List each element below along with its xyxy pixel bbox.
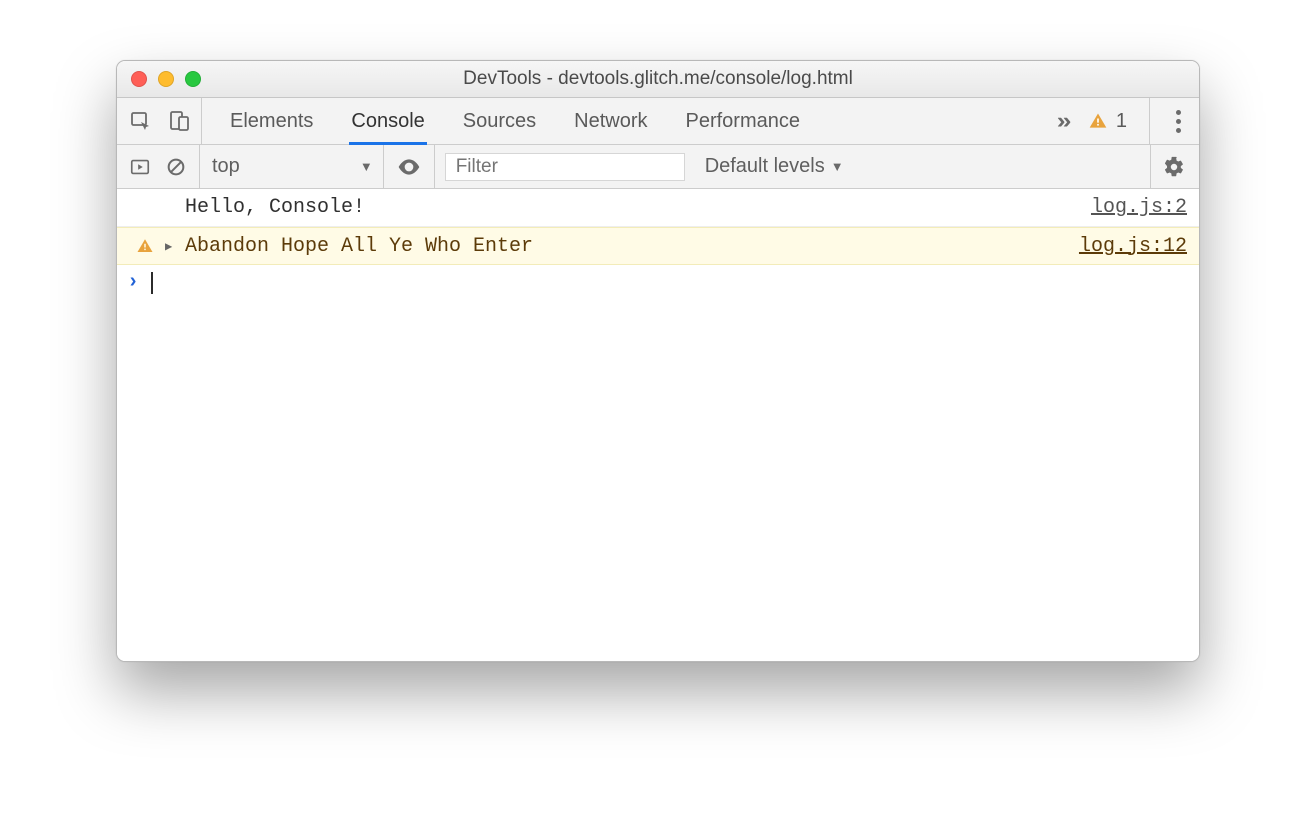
context-label: top bbox=[212, 155, 240, 178]
tab-sources[interactable]: Sources bbox=[463, 98, 536, 144]
devtools-tabbar: Elements Console Sources Network Perform… bbox=[117, 98, 1199, 145]
console-warning-row: ▶ Abandon Hope All Ye Who Enter log.js:1… bbox=[117, 227, 1199, 265]
tab-console[interactable]: Console bbox=[351, 98, 424, 144]
warning-icon bbox=[1088, 111, 1108, 131]
message-source-link[interactable]: log.js:12 bbox=[1079, 235, 1187, 258]
warning-icon bbox=[136, 237, 154, 255]
window-title: DevTools - devtools.glitch.me/console/lo… bbox=[117, 68, 1199, 90]
clear-console-icon[interactable] bbox=[165, 156, 187, 178]
devtools-menu-icon[interactable] bbox=[1172, 110, 1185, 133]
tab-label: Network bbox=[574, 110, 647, 133]
divider bbox=[1149, 98, 1150, 144]
tabbar-left-tools bbox=[117, 98, 202, 144]
console-message-text: Abandon Hope All Ye Who Enter bbox=[185, 235, 1069, 258]
toolbar-left-segment bbox=[117, 145, 200, 188]
chevron-down-icon: ▼ bbox=[360, 159, 373, 174]
row-gutter bbox=[125, 237, 165, 255]
console-filter-input[interactable] bbox=[445, 153, 685, 181]
devtools-tabs: Elements Console Sources Network Perform… bbox=[202, 98, 1050, 144]
toggle-sidebar-icon[interactable] bbox=[129, 156, 151, 178]
levels-label: Default levels bbox=[705, 155, 825, 178]
inspect-element-icon[interactable] bbox=[129, 109, 153, 133]
message-source-link[interactable]: log.js:2 bbox=[1091, 196, 1187, 219]
minimize-window-button[interactable] bbox=[158, 71, 174, 87]
console-output: Hello, Console! log.js:2 ▶ Abandon Hope … bbox=[117, 189, 1199, 661]
window-controls bbox=[131, 71, 201, 87]
zoom-window-button[interactable] bbox=[185, 71, 201, 87]
prompt-caret-icon: › bbox=[127, 271, 139, 294]
console-settings-icon[interactable] bbox=[1163, 156, 1185, 178]
issues-counter[interactable]: 1 bbox=[1088, 110, 1127, 133]
warning-count: 1 bbox=[1116, 110, 1127, 133]
create-live-expression-icon[interactable] bbox=[396, 154, 422, 180]
tab-label: Performance bbox=[686, 110, 801, 133]
log-levels-select[interactable]: Default levels ▼ bbox=[705, 155, 844, 178]
context-selector[interactable]: top ▼ bbox=[200, 145, 384, 188]
more-tabs-icon[interactable]: » bbox=[1056, 108, 1071, 134]
tab-performance[interactable]: Performance bbox=[686, 98, 801, 144]
devtools-window: DevTools - devtools.glitch.me/console/lo… bbox=[116, 60, 1200, 662]
tab-label: Console bbox=[351, 110, 424, 133]
device-toolbar-icon[interactable] bbox=[167, 109, 191, 133]
tab-label: Elements bbox=[230, 110, 313, 133]
live-expression-segment bbox=[384, 145, 435, 188]
console-message-row: Hello, Console! log.js:2 bbox=[117, 189, 1199, 227]
tabbar-right: » 1 bbox=[1050, 98, 1199, 144]
console-toolbar: top ▼ Default levels ▼ bbox=[117, 145, 1199, 189]
expand-toggle-icon[interactable]: ▶ bbox=[165, 239, 179, 254]
close-window-button[interactable] bbox=[131, 71, 147, 87]
window-titlebar: DevTools - devtools.glitch.me/console/lo… bbox=[117, 61, 1199, 98]
tab-elements[interactable]: Elements bbox=[230, 98, 313, 144]
filter-segment: Default levels ▼ bbox=[435, 145, 1146, 188]
tab-label: Sources bbox=[463, 110, 536, 133]
divider bbox=[1150, 145, 1151, 188]
chevron-down-icon: ▼ bbox=[831, 159, 844, 174]
console-prompt[interactable]: › bbox=[117, 265, 1199, 300]
tab-network[interactable]: Network bbox=[574, 98, 647, 144]
console-message-text: Hello, Console! bbox=[185, 196, 1081, 219]
text-cursor bbox=[151, 272, 153, 294]
